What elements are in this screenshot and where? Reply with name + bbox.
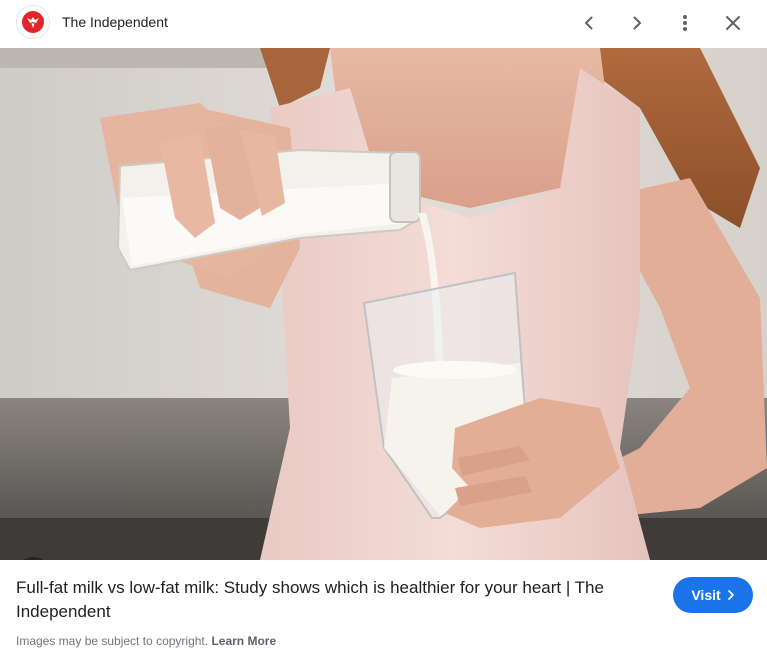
close-icon <box>726 16 740 30</box>
chevron-right-icon <box>727 590 734 600</box>
site-logo[interactable] <box>16 5 50 39</box>
result-title[interactable]: Full-fat milk vs low-fat milk: Study sho… <box>16 576 656 624</box>
milk-pouring-photo <box>0 48 767 560</box>
learn-more-link[interactable]: Learn More <box>211 634 276 648</box>
copyright-text: Images may be subject to copyright. <box>16 634 209 648</box>
site-name[interactable]: The Independent <box>62 13 168 31</box>
close-button[interactable] <box>717 8 749 38</box>
viewer-header: The Independent <box>0 0 767 48</box>
visit-button-label: Visit <box>691 587 721 603</box>
visit-button[interactable]: Visit <box>673 577 753 613</box>
chevron-right-icon <box>633 16 641 30</box>
independent-eagle-logo-icon <box>22 11 44 33</box>
preview-image[interactable] <box>0 48 767 560</box>
more-options-button[interactable] <box>669 8 701 38</box>
more-vert-icon <box>683 15 687 31</box>
previous-button[interactable] <box>573 8 605 38</box>
copyright-notice: Images may be subject to copyright. Lear… <box>16 634 276 648</box>
next-button[interactable] <box>621 8 653 38</box>
chevron-left-icon <box>585 16 593 30</box>
